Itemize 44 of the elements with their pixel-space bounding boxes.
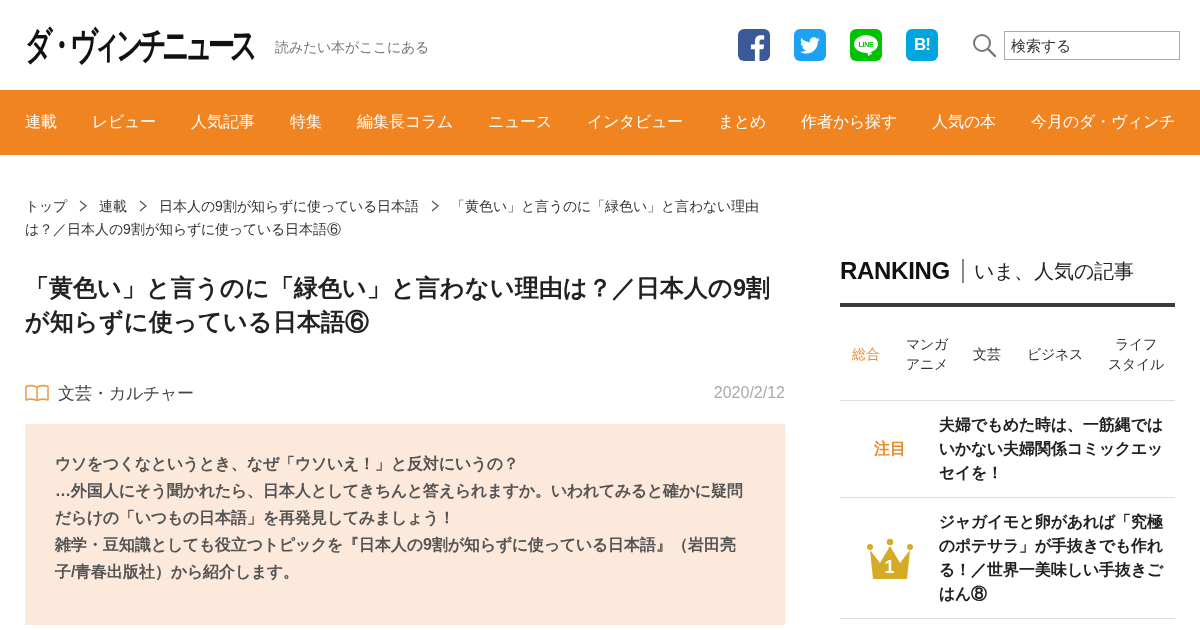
ranking-article-link[interactable]: ジャガイモと卵があれば「究極のポテサラ」が手抜きでも作れる！／世界一美味しい手抜きごはん⑧: [939, 510, 1169, 606]
nav-link[interactable]: 人気記事: [191, 112, 255, 133]
facebook-icon[interactable]: [738, 29, 770, 61]
nav-link[interactable]: レビュー: [92, 112, 156, 133]
breadcrumb-link[interactable]: トップ: [25, 198, 67, 214]
ranking-tab[interactable]: 総合: [852, 343, 880, 364]
breadcrumb-link[interactable]: 日本人の9割が知らずに使っている日本語: [159, 198, 419, 214]
chevron-right-icon: [430, 200, 439, 212]
nav-link[interactable]: 人気の本: [932, 112, 996, 133]
ranking-tab[interactable]: ビジネス: [1026, 343, 1083, 364]
ranking-article-link[interactable]: 夫婦でもめた時は、一筋縄ではいかない夫婦関係コミックエッセイを！: [939, 413, 1169, 485]
twitter-bird-icon[interactable]: [794, 29, 826, 61]
tagline: 読みたい本がここにある: [275, 39, 429, 57]
chevron-right-icon: [139, 200, 147, 212]
search-field[interactable]: 検索する: [1004, 30, 1180, 60]
lead-paragraph: ウソをつくなというとき、なぜ「ウソいえ！」と反対にいうの？: [55, 454, 520, 475]
nav-link[interactable]: 今月のダ・ヴィンチ: [1031, 112, 1175, 133]
site-logo[interactable]: ダ・ヴィンチニュース: [25, 24, 253, 66]
nav-link[interactable]: 作者から探す: [801, 112, 897, 133]
featured-label: 注目: [873, 438, 906, 459]
ranking-subtitle: いま、人気の記事: [973, 258, 1134, 284]
nav-link[interactable]: インタビュー: [587, 112, 683, 133]
nav-link[interactable]: 連載: [25, 112, 57, 133]
nav-link[interactable]: 特集: [290, 112, 322, 133]
publish-date: 2020/2/12: [713, 384, 785, 402]
nav-link[interactable]: ニュース: [488, 112, 552, 133]
category-link[interactable]: 文芸・カルチャー: [58, 381, 194, 405]
rank-number: 1: [883, 556, 896, 578]
ranking-title: RANKING: [840, 257, 950, 285]
nav-link[interactable]: まとめ: [718, 112, 766, 133]
ranking-tab[interactable]: 文芸: [973, 343, 1001, 364]
nav-link[interactable]: 編集長コラム: [357, 112, 453, 133]
search-icon[interactable]: [972, 33, 996, 57]
ranking-tab[interactable]: ライフ スタイル: [1108, 333, 1164, 374]
lead-paragraph: …外国人にそう聞かれたら、日本人としてきちんと答えられますか。いわれてみると確かに疑問だらけの「いつもの日本語」を再発見してみましょう！: [55, 481, 744, 529]
breadcrumb-link[interactable]: 連載: [99, 198, 127, 214]
article-title: 「黄色い」と言うのに「緑色い」と言わない理由は？／日本人の9割が知らずに使っている日本語⑥: [25, 274, 772, 338]
breadcrumb-trail: トップ 連載 日本人の9割が知らずに使っている日本語 「黄色い」と言うのに「緑色い」と言わない理由は？／日本人の9割が知らずに使っている日本語⑥: [25, 197, 760, 239]
open-book-icon: [25, 384, 49, 402]
ranking-tab[interactable]: マンガ アニメ: [905, 333, 948, 374]
chevron-right-icon: [79, 200, 87, 212]
crown-icon: [865, 536, 914, 580]
lead-paragraph: 雑学・豆知識としても役立つトピックを『日本人の9割が知らずに使っている日本語』（岩田亮子/青春出版社）から紹介します。: [55, 535, 737, 582]
hatena-bookmark-button[interactable]: B!: [906, 29, 938, 61]
